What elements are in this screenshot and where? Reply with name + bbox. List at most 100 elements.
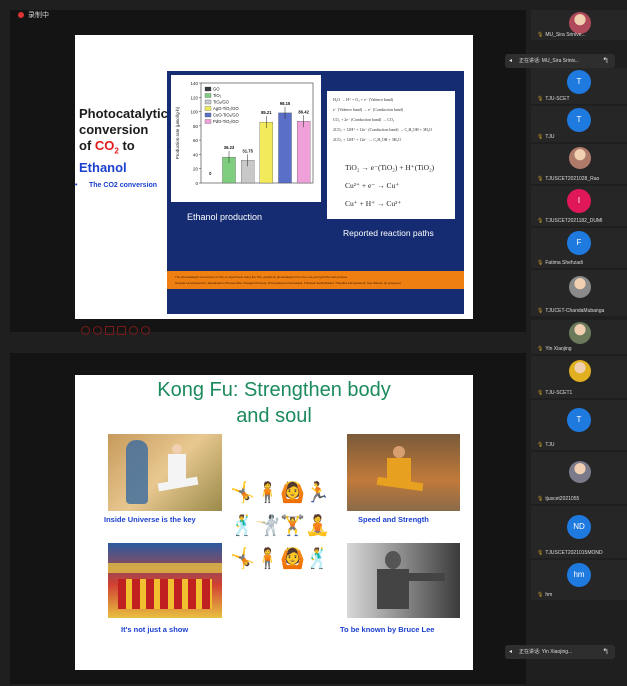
pen-tool-button[interactable] bbox=[105, 326, 114, 335]
silhouette-figure: 🤸 bbox=[230, 482, 255, 504]
avatar bbox=[569, 360, 591, 382]
avatar bbox=[569, 461, 591, 483]
silhouette-figure: 🤸 bbox=[230, 548, 255, 570]
silhouette-figure: 🏃 bbox=[305, 482, 330, 504]
silhouette-figure: 🙆 bbox=[280, 482, 305, 504]
recording-status: 录制中 bbox=[28, 12, 49, 19]
pin-icon[interactable]: ↰ bbox=[602, 645, 609, 659]
participant-tile[interactable]: 🎙 TJU-SCET1 bbox=[531, 356, 627, 398]
recording-icon bbox=[18, 12, 24, 18]
mic-icon: 🎙 bbox=[537, 260, 544, 266]
participant-tile[interactable]: T 🎙 TJU bbox=[531, 400, 627, 450]
avatar bbox=[569, 276, 591, 298]
zoom-button[interactable] bbox=[129, 326, 138, 335]
participant-tile[interactable]: I 🎙 TJUSCET2021182_DUMI bbox=[531, 186, 627, 226]
participant-tile[interactable]: hm 🎙 hm bbox=[531, 560, 627, 600]
equation-small: H₂O → H⁺ + O₂ + e⁻ (Valence band) bbox=[333, 97, 393, 102]
participant-name: 🎙 TJUSCET2021015MOND bbox=[537, 550, 603, 556]
next-slide-button[interactable] bbox=[93, 326, 102, 335]
figure-panel: 0 20 40 60 80 100 120 140 Production rate (μmol/… bbox=[167, 71, 464, 314]
avatar: F bbox=[567, 231, 591, 255]
participant-name: 🎙 hm bbox=[537, 592, 553, 598]
silhouette-figure: 🕺 bbox=[230, 515, 255, 537]
shared-screen-bottom: Kong Fu: Strengthen body and soul Inside… bbox=[10, 353, 526, 684]
equation-big: Cu⁺ + H⁺ → Cu²⁺ bbox=[345, 199, 402, 208]
slide-footer: The photocatalytic conversion of CO₂ to … bbox=[167, 271, 464, 289]
reaction-caption: Reported reaction paths bbox=[343, 228, 434, 238]
y-tick-label: 0 bbox=[195, 181, 198, 186]
legend-label: PdO-TiO₂/GO bbox=[213, 119, 239, 124]
chart-svg: 0 20 40 60 80 100 120 140 Production rate (μmol/… bbox=[175, 81, 314, 186]
legend-label: AgO-TiO₂/GO bbox=[213, 106, 239, 111]
avatar bbox=[569, 12, 591, 34]
caption-speed-strength: Speed and Strength bbox=[358, 515, 429, 524]
participant-tile[interactable]: ND 🎙 TJUSCET2021015MOND bbox=[531, 506, 627, 558]
legend-swatch bbox=[204, 93, 212, 98]
bar bbox=[278, 112, 292, 184]
y-tick-label: 100 bbox=[190, 110, 198, 115]
legend-label: TiO₂/GO bbox=[213, 100, 230, 105]
bar-value-label: 36.23 bbox=[224, 145, 235, 150]
mic-icon: 🎙 bbox=[537, 550, 544, 556]
pin-icon[interactable]: ↰ bbox=[602, 54, 609, 68]
caption-inside-universe: Inside Universe is the key bbox=[104, 515, 196, 524]
speaker-icon: ◂ bbox=[509, 58, 513, 64]
ethanol-bar-chart: 0 20 40 60 80 100 120 140 Production rate (μmol/… bbox=[171, 75, 321, 202]
mic-icon: 🎙 bbox=[537, 308, 544, 314]
mic-icon: 🎙 bbox=[537, 496, 544, 502]
mic-icon: 🎙 bbox=[537, 134, 544, 140]
legend-label: GO bbox=[213, 87, 220, 92]
silhouette-figure: 🧍 bbox=[255, 548, 280, 570]
mic-icon: 🎙 bbox=[537, 32, 544, 38]
grid-view-button[interactable] bbox=[117, 326, 126, 335]
legend-swatch bbox=[204, 99, 212, 105]
participant-tile[interactable]: 🎙 TJUSCET2021028_Rao bbox=[531, 144, 627, 184]
mic-icon: 🎙 bbox=[537, 96, 544, 102]
mic-icon: 🎙 bbox=[537, 346, 544, 352]
bar-value-label: 86.42 bbox=[298, 109, 309, 114]
y-tick-label: 20 bbox=[193, 167, 199, 172]
slide-photocatalytic: Photocatalytic conversion of CO2 to Etha… bbox=[75, 35, 473, 319]
caption-bruce-lee: To be known by Bruce Lee bbox=[340, 625, 435, 634]
participant-tile[interactable]: 🎙 TJUCET-ChandaMubanga bbox=[531, 270, 627, 316]
participant-tile[interactable]: 🎙 tjuscet2021055 bbox=[531, 452, 627, 504]
mic-icon: 🎙 bbox=[537, 442, 544, 448]
participant-tile[interactable]: T 🎙 TJU bbox=[531, 106, 627, 142]
participant-name: 🎙 TJU-SCET1 bbox=[537, 390, 573, 396]
equation-small: e⁻ (Valence band) → e⁻ (Conduction band) bbox=[333, 107, 403, 112]
mic-icon: 🎙 bbox=[537, 592, 544, 598]
caption-not-a-show: It's not just a show bbox=[121, 625, 189, 634]
participant-name: 🎙 TJUSCET2021028_Rao bbox=[537, 176, 600, 182]
avatar bbox=[569, 322, 591, 344]
participant-tile[interactable]: 🎙 MU_Sira Srinive... bbox=[531, 10, 627, 40]
shared-screen-top: 录制中 Photocatalytic conversion of CO2 to … bbox=[10, 10, 526, 335]
bar-value-label: 98.15 bbox=[280, 101, 291, 106]
silhouette-figure: 🙆 bbox=[280, 548, 305, 570]
more-options-button[interactable] bbox=[141, 326, 150, 335]
participant-tile[interactable]: F 🎙 Fatima Shehzadi bbox=[531, 228, 627, 268]
participant-name: 🎙 TJUCET-ChandaMubanga bbox=[537, 308, 605, 314]
equation-big: TiO₂ → e⁻(TiO₂) + H⁺(TiO₂) bbox=[345, 163, 435, 172]
silhouette-figure: 🕺 bbox=[305, 548, 330, 570]
y-tick-label: 120 bbox=[190, 95, 198, 100]
prev-slide-button[interactable] bbox=[81, 326, 90, 335]
avatar: I bbox=[567, 189, 591, 213]
avatar: ND bbox=[567, 515, 591, 539]
speed-strength-image bbox=[347, 434, 460, 511]
participant-tile[interactable]: 🎙 Yin Xiaojing bbox=[531, 320, 627, 354]
avatar bbox=[569, 147, 591, 169]
y-tick-label: 140 bbox=[190, 81, 198, 86]
equation-small: 2CO₂ + 12H⁺ + 12e⁻ (Conduction band) → C… bbox=[333, 127, 433, 132]
chart-caption: Ethanol production bbox=[187, 212, 263, 222]
legend-swatch bbox=[204, 106, 212, 111]
mic-icon: 🎙 bbox=[537, 218, 544, 224]
equation-box-big: TiO₂ → e⁻(TiO₂) + H⁺(TiO₂) Cu²⁺ + e⁻ → C… bbox=[327, 157, 455, 219]
y-tick-label: 60 bbox=[193, 138, 199, 143]
bar-value-label: 31.75 bbox=[242, 148, 253, 153]
mic-icon: 🎙 bbox=[537, 390, 544, 396]
avatar: T bbox=[567, 408, 591, 432]
silhouette-figure: 🧘 bbox=[305, 515, 330, 537]
y-axis-label: Production rate (μmol/g·h) bbox=[175, 106, 180, 159]
y-tick-label: 40 bbox=[193, 152, 199, 157]
participant-tile[interactable]: T 🎙 TJU-SCET bbox=[531, 68, 627, 104]
